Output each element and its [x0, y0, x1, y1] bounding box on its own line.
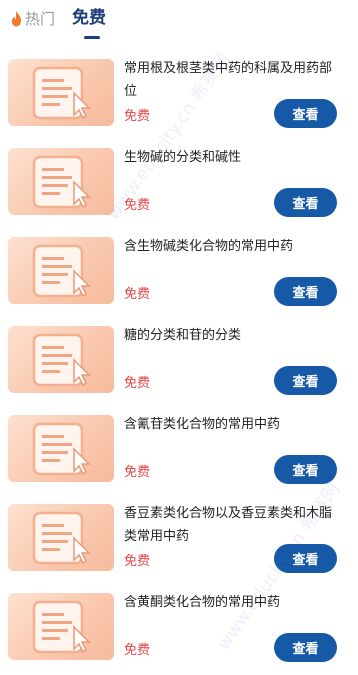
- course-thumbnail: [8, 326, 114, 393]
- course-thumbnail: [8, 59, 114, 126]
- course-thumbnail: [8, 593, 114, 660]
- price-label: 免费: [124, 554, 151, 569]
- view-button[interactable]: 查看: [274, 633, 337, 662]
- price-label: 免费: [124, 109, 151, 124]
- active-tab-indicator: [84, 36, 100, 39]
- price-label: 免费: [124, 643, 151, 658]
- list-item[interactable]: 含氰苷类化合物的常用中药 免费 查看: [0, 415, 358, 493]
- course-thumbnail: [8, 415, 114, 482]
- view-button[interactable]: 查看: [274, 544, 337, 573]
- course-title: 含生物碱类化合物的常用中药: [124, 239, 294, 254]
- flame-icon: [12, 11, 21, 27]
- course-title: 糖的分类和苷的分类: [124, 328, 242, 343]
- tab-hot-label: 热门: [25, 10, 56, 28]
- list-item[interactable]: 含黄酮类化合物的常用中药 免费 查看: [0, 593, 358, 671]
- list-item[interactable]: 常用根及根茎类中药的科属及用药部位 免费 查看: [0, 59, 358, 137]
- price-label: 免费: [124, 198, 151, 213]
- course-title: 生物碱的分类和碱性: [124, 150, 242, 165]
- list-item[interactable]: 生物碱的分类和碱性 免费 查看: [0, 148, 358, 226]
- course-thumbnail: [8, 148, 114, 215]
- course-title: 香豆素类化合物以及香豆素类和木脂类常用中药: [124, 506, 333, 544]
- view-button[interactable]: 查看: [274, 277, 337, 306]
- price-label: 免费: [124, 287, 151, 302]
- view-button[interactable]: 查看: [274, 188, 337, 217]
- price-label: 免费: [124, 465, 151, 480]
- course-thumbnail: [8, 237, 114, 304]
- tab-hot[interactable]: 热门: [10, 10, 55, 28]
- document-cursor-icon: [32, 66, 91, 120]
- document-cursor-icon: [32, 600, 91, 654]
- tab-free[interactable]: 免费: [72, 7, 106, 29]
- view-button[interactable]: 查看: [274, 366, 337, 395]
- document-cursor-icon: [32, 155, 91, 209]
- tab-bar: 热门 免费: [0, 0, 358, 46]
- list-item[interactable]: 含生物碱类化合物的常用中药 免费 查看: [0, 237, 358, 315]
- course-thumbnail: [8, 504, 114, 571]
- document-cursor-icon: [32, 422, 91, 476]
- document-cursor-icon: [32, 333, 91, 387]
- price-label: 免费: [124, 376, 151, 391]
- tab-free-label: 免费: [72, 8, 106, 28]
- document-cursor-icon: [32, 511, 91, 565]
- view-button[interactable]: 查看: [274, 99, 337, 128]
- course-title: 含氰苷类化合物的常用中药: [124, 417, 281, 432]
- course-title: 含黄酮类化合物的常用中药: [124, 595, 281, 610]
- list-item[interactable]: 香豆素类化合物以及香豆素类和木脂类常用中药 免费 查看: [0, 504, 358, 582]
- list-item[interactable]: 糖的分类和苷的分类 免费 查看: [0, 326, 358, 404]
- course-title: 常用根及根茎类中药的科属及用药部位: [124, 61, 333, 99]
- document-cursor-icon: [32, 244, 91, 298]
- view-button[interactable]: 查看: [274, 455, 337, 484]
